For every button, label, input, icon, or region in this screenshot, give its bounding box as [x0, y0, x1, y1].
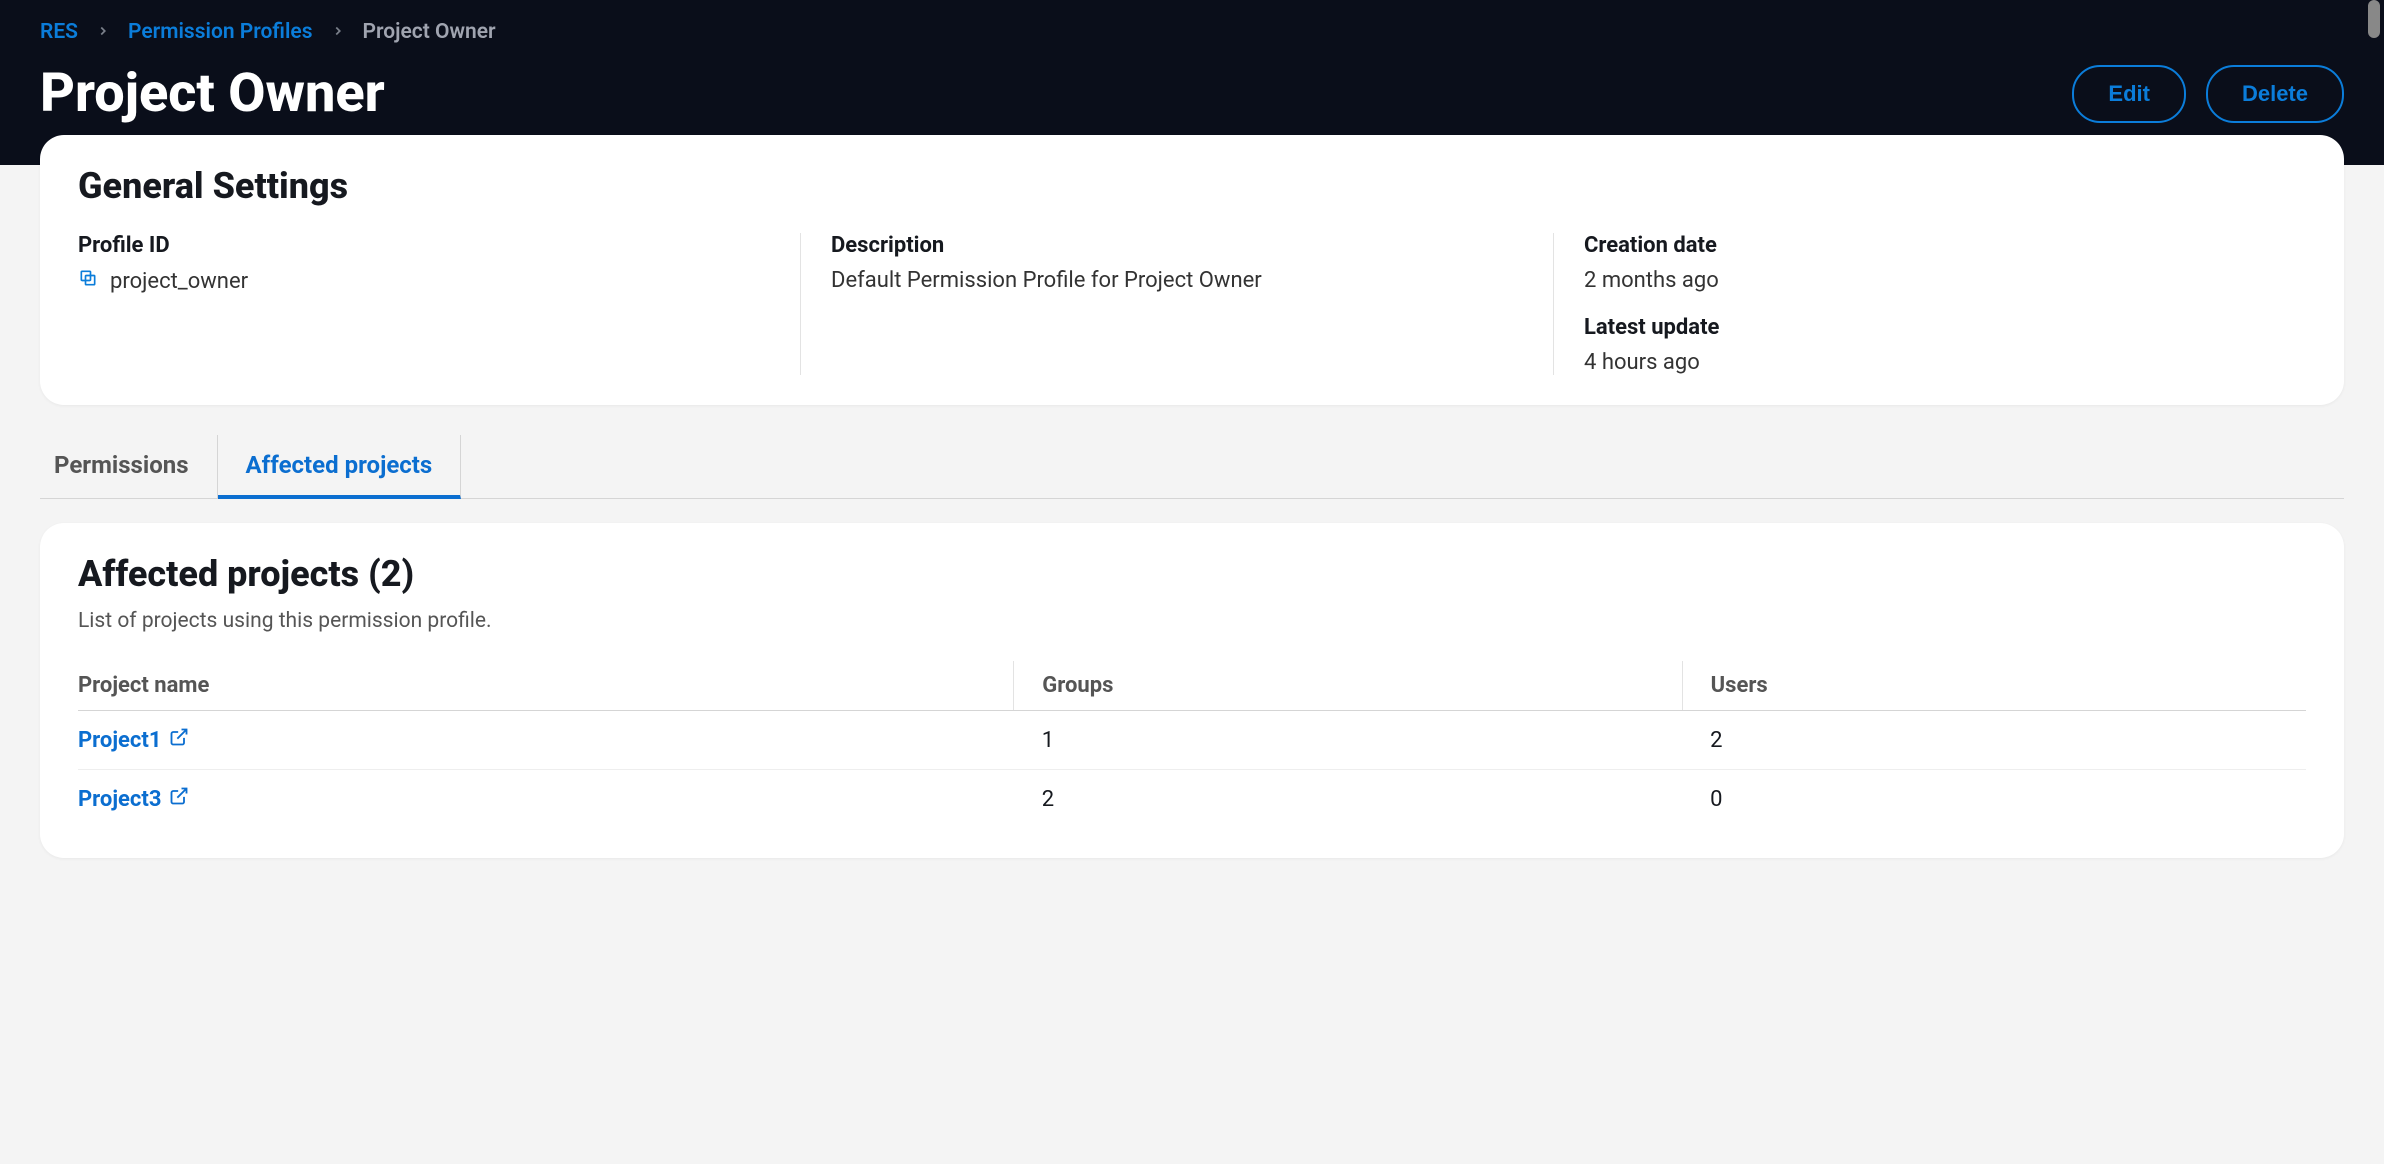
project-name: Project3 [78, 787, 161, 812]
affected-projects-heading: Affected projects (2) [78, 553, 2306, 595]
tabs: Permissions Affected projects [40, 435, 2344, 499]
page-title: Project Owner [40, 62, 385, 125]
users-cell: 0 [1682, 770, 2306, 829]
latest-update-label: Latest update [1584, 315, 2276, 340]
delete-button[interactable]: Delete [2206, 65, 2344, 123]
general-settings-card: General Settings Profile ID project_owne… [40, 135, 2344, 405]
col-users: Users [1682, 661, 2306, 711]
users-cell: 2 [1682, 711, 2306, 770]
project-name: Project1 [78, 728, 161, 753]
description-value: Default Permission Profile for Project O… [831, 268, 1523, 293]
breadcrumb-root-link[interactable]: RES [40, 20, 78, 44]
chevron-right-icon [331, 20, 345, 44]
table-row: Project1 1 2 [78, 711, 2306, 770]
breadcrumb-current: Project Owner [363, 20, 496, 44]
external-link-icon [169, 786, 189, 812]
tab-permissions[interactable]: Permissions [40, 435, 218, 498]
chevron-right-icon [96, 20, 110, 44]
affected-projects-table: Project name Groups Users Project1 [78, 661, 2306, 828]
breadcrumb: RES Permission Profiles Project Owner [40, 20, 2344, 44]
creation-date-value: 2 months ago [1584, 268, 2276, 293]
general-settings-heading: General Settings [78, 165, 2306, 207]
project-link[interactable]: Project3 [78, 786, 189, 812]
table-row: Project3 2 0 [78, 770, 2306, 829]
col-project-name: Project name [78, 661, 1014, 711]
external-link-icon [169, 727, 189, 753]
creation-date-label: Creation date [1584, 233, 2276, 258]
affected-projects-card: Affected projects (2) List of projects u… [40, 523, 2344, 858]
profile-id-label: Profile ID [78, 233, 770, 258]
description-label: Description [831, 233, 1523, 258]
latest-update-value: 4 hours ago [1584, 350, 2276, 375]
copy-icon[interactable] [78, 268, 98, 294]
breadcrumb-parent-link[interactable]: Permission Profiles [128, 20, 313, 44]
affected-projects-subtitle: List of projects using this permission p… [78, 609, 2306, 633]
profile-id-value: project_owner [110, 269, 248, 294]
col-groups: Groups [1014, 661, 1682, 711]
scrollbar[interactable] [2368, 0, 2380, 38]
groups-cell: 2 [1014, 770, 1682, 829]
project-link[interactable]: Project1 [78, 727, 189, 753]
groups-cell: 1 [1014, 711, 1682, 770]
tab-affected-projects[interactable]: Affected projects [218, 435, 462, 499]
edit-button[interactable]: Edit [2072, 65, 2186, 123]
